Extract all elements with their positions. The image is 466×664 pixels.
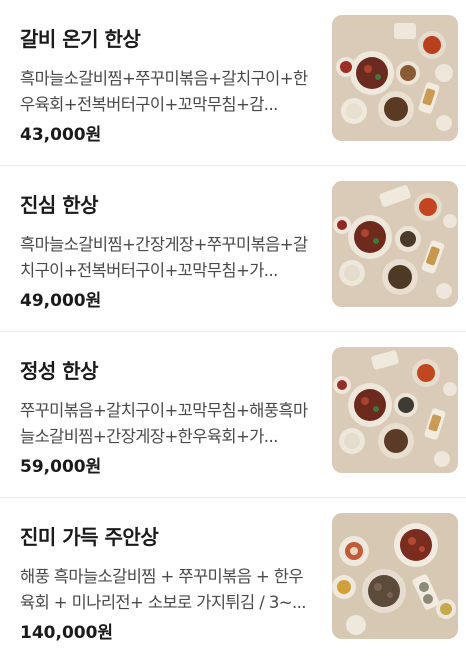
menu-item-jinsim-hansang[interactable]: 진심 한상 흑마늘소갈비찜+간장게장+쭈꾸미볶음+갈치구이+전복버터구이+꼬막무… [0,166,466,332]
food-photo-icon[interactable] [332,181,458,307]
menu-item-name: 정성 한상 [20,359,99,383]
menu-item-text: 진심 한상 흑마늘소갈비찜+간장게장+쭈꾸미볶음+갈치구이+전복버터구이+꼬막무… [20,190,308,314]
menu-item-description: 해풍 흑마늘소갈비찜 + 쭈꾸미볶음 + 한우육회 + 미나리전+ 소보로 가지… [20,567,306,612]
food-photo-icon[interactable] [332,513,458,639]
food-photo-icon[interactable] [332,15,458,141]
menu-item-price: 140,000원 [20,623,114,643]
menu-item-description: 흑마늘소갈비찜+간장게장+쭈꾸미볶음+갈치구이+전복버터구이+꼬막무침+가... [20,235,308,280]
menu-item-description: 흑마늘소갈비찜+쭈꾸미볶음+갈치구이+한우육회+전복버터구이+꼬막무침+감... [20,69,308,114]
menu-item-text: 정성 한상 쭈꾸미볶음+갈치구이+꼬막무침+해풍흑마늘소갈비찜+간장게장+한우육… [20,356,308,480]
menu-item-text: 갈비 온기 한상 흑마늘소갈비찜+쭈꾸미볶음+갈치구이+한우육회+전복버터구이+… [20,24,308,148]
menu-item-name: 진심 한상 [20,193,99,217]
menu-item-galbi-ongi-hansang[interactable]: 갈비 온기 한상 흑마늘소갈비찜+쭈꾸미볶음+갈치구이+한우육회+전복버터구이+… [0,0,466,166]
menu-item-name: 갈비 온기 한상 [20,27,141,51]
menu-item-price: 59,000원 [20,457,102,477]
menu-item-price: 43,000원 [20,125,102,145]
menu-list: 갈비 온기 한상 흑마늘소갈비찜+쭈꾸미볶음+갈치구이+한우육회+전복버터구이+… [0,0,466,664]
menu-item-text: 진미 가득 주안상 해풍 흑마늘소갈비찜 + 쭈꾸미볶음 + 한우육회 + 미나… [20,522,308,646]
menu-item-name: 진미 가득 주안상 [20,525,159,549]
food-photo-icon[interactable] [332,347,458,473]
menu-item-description: 쭈꾸미볶음+갈치구이+꼬막무침+해풍흑마늘소갈비찜+간장게장+한우육회+가... [20,401,308,446]
menu-item-jeongseong-hansang[interactable]: 정성 한상 쭈꾸미볶음+갈치구이+꼬막무침+해풍흑마늘소갈비찜+간장게장+한우육… [0,332,466,498]
menu-item-jinmi-gadeuk-juansang[interactable]: 진미 가득 주안상 해풍 흑마늘소갈비찜 + 쭈꾸미볶음 + 한우육회 + 미나… [0,498,466,664]
menu-item-price: 49,000원 [20,291,102,311]
